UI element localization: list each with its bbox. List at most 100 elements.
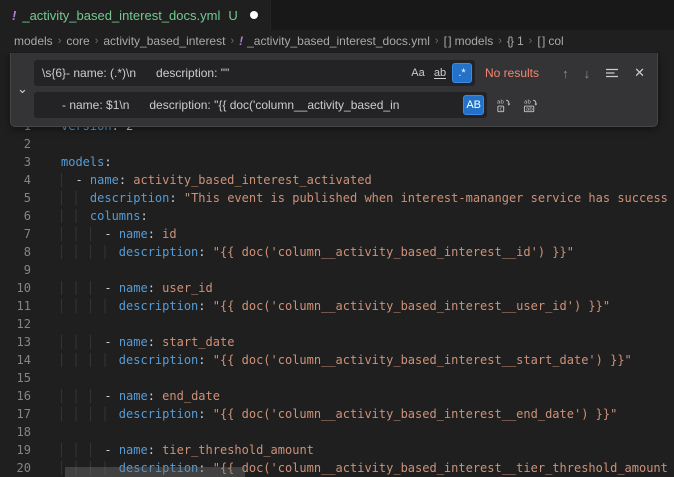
preserve-case-toggle[interactable]: AB [463,95,484,115]
code-text [31,315,61,333]
tab-filename: _activity_based_interest_docs.yml [22,8,220,23]
breadcrumb-item-file[interactable]: ! _activity_based_interest_docs.yml [239,34,430,48]
line-number: 19 [0,441,31,459]
line-number: 11 [0,297,31,315]
code-line: 6 columns: [0,207,674,225]
code-line: 14 description: "{{ doc('column__activit… [0,351,674,369]
yaml-file-icon: ! [12,8,16,23]
replace-input-value: - name: $1\n description: "{{ doc('colum… [42,98,399,112]
line-number: 6 [0,207,31,225]
breadcrumb-separator: › [529,35,533,47]
arrow-down-icon: ↓ [584,66,591,81]
replace-input[interactable]: - name: $1\n description: "{{ doc('colum… [34,92,487,118]
git-untracked-badge: U [228,8,237,23]
find-row: \s{6}- name: (.*)\n description: "" Aa a… [34,60,649,86]
line-number: 14 [0,351,31,369]
editor[interactable]: 1version: 223models:4 - name: activity_b… [0,52,674,477]
code-line: 16 - name: end_date [0,387,674,405]
code-line: 5 description: "This event is published … [0,189,674,207]
breadcrumb-item-symbol-models[interactable]: [ ] models [444,34,494,48]
horizontal-scrollbar-thumb[interactable] [65,467,245,477]
code-line: 13 - name: start_date [0,333,674,351]
breadcrumb-item-folder[interactable]: activity_based_interest [103,34,225,48]
replace-all-icon: ab ab [523,98,538,113]
find-input-value: \s{6}- name: (.*)\n description: "" [42,66,229,80]
code-text: description: "{{ doc('column__activity_b… [31,351,632,369]
toggle-replace-button[interactable]: ⌄ [11,60,34,118]
breadcrumb-item-models[interactable]: models [14,34,53,48]
line-number: 15 [0,369,31,387]
code-line: 2 [0,135,674,153]
selection-lines-icon [605,66,619,80]
code-text: - name: start_date [31,333,234,351]
code-text: description: "This event is published wh… [31,189,668,207]
tab-bar: ! _activity_based_interest_docs.yml U [0,0,674,30]
close-button[interactable]: ✕ [634,65,645,81]
code-text: description: "{{ doc('column__activity_b… [31,243,574,261]
yaml-file-icon: ! [239,34,243,48]
regex-toggle[interactable]: .* [452,63,472,83]
code-line: 11 description: "{{ doc('column__activit… [0,297,674,315]
array-symbol-icon: [ ] [444,34,451,48]
code-line: 3models: [0,153,674,171]
breadcrumb-item-symbol-columns[interactable]: [ ] col [537,34,563,48]
modified-dot-icon[interactable] [250,11,258,19]
breadcrumb: models › core › activity_based_interest … [0,30,674,52]
code-line: 9 [0,261,674,279]
replace-all-button[interactable]: ab ab [523,98,538,113]
breadcrumb-separator: › [58,35,62,47]
svg-text:ab: ab [526,106,533,112]
find-in-selection-button[interactable] [605,66,619,80]
line-number: 3 [0,153,31,171]
array-symbol-icon: [ ] [537,34,544,48]
line-number: 9 [0,261,31,279]
line-number: 7 [0,225,31,243]
line-number: 16 [0,387,31,405]
next-match-button[interactable]: ↓ [584,66,591,81]
code-line: 4 - name: activity_based_interest_activa… [0,171,674,189]
code-text: description: "{{ doc('column__activity_b… [31,297,610,315]
code-text [31,261,61,279]
code-line: 7 - name: id [0,225,674,243]
breadcrumb-separator: › [435,35,439,47]
find-status: No results [485,66,539,80]
code-text: models: [31,153,112,171]
code-text: - name: tier_threshold_amount [31,441,314,459]
line-number: 4 [0,171,31,189]
match-case-toggle[interactable]: Aa [408,63,428,83]
replace-button[interactable]: ab c [496,98,511,113]
code-line: 8 description: "{{ doc('column__activity… [0,243,674,261]
code-line: 18 [0,423,674,441]
line-number: 8 [0,243,31,261]
code-line: 15 [0,369,674,387]
code-text: - name: activity_based_interest_activate… [31,171,372,189]
tab-active-file[interactable]: ! _activity_based_interest_docs.yml U [0,0,271,30]
code-text [31,369,61,387]
code-text: - name: user_id [31,279,213,297]
svg-text:ab: ab [524,99,531,105]
line-number: 18 [0,423,31,441]
line-number: 5 [0,189,31,207]
line-number: 20 [0,459,31,477]
code-line: 19 - name: tier_threshold_amount [0,441,674,459]
code-text: - name: end_date [31,387,220,405]
object-symbol-icon: {} [507,34,513,48]
code-line: 12 [0,315,674,333]
find-input[interactable]: \s{6}- name: (.*)\n description: "" Aa a… [34,60,475,86]
line-number: 10 [0,279,31,297]
previous-match-button[interactable]: ↑ [562,66,569,81]
chevron-down-icon: ⌄ [17,81,28,97]
breadcrumb-item-core[interactable]: core [66,34,89,48]
breadcrumb-separator: › [230,35,234,47]
breadcrumb-separator: › [498,35,502,47]
replace-icon: ab c [496,98,511,113]
svg-text:ab: ab [497,99,504,105]
code-text: - name: id [31,225,177,243]
breadcrumb-separator: › [95,35,99,47]
line-number: 12 [0,315,31,333]
arrow-up-icon: ↑ [562,66,569,81]
breadcrumb-item-symbol-1[interactable]: {} 1 [507,34,524,48]
svg-text:c: c [499,106,502,112]
find-replace-widget: ⌄ \s{6}- name: (.*)\n description: "" Aa… [10,53,658,127]
whole-word-toggle[interactable]: ab [430,63,450,83]
